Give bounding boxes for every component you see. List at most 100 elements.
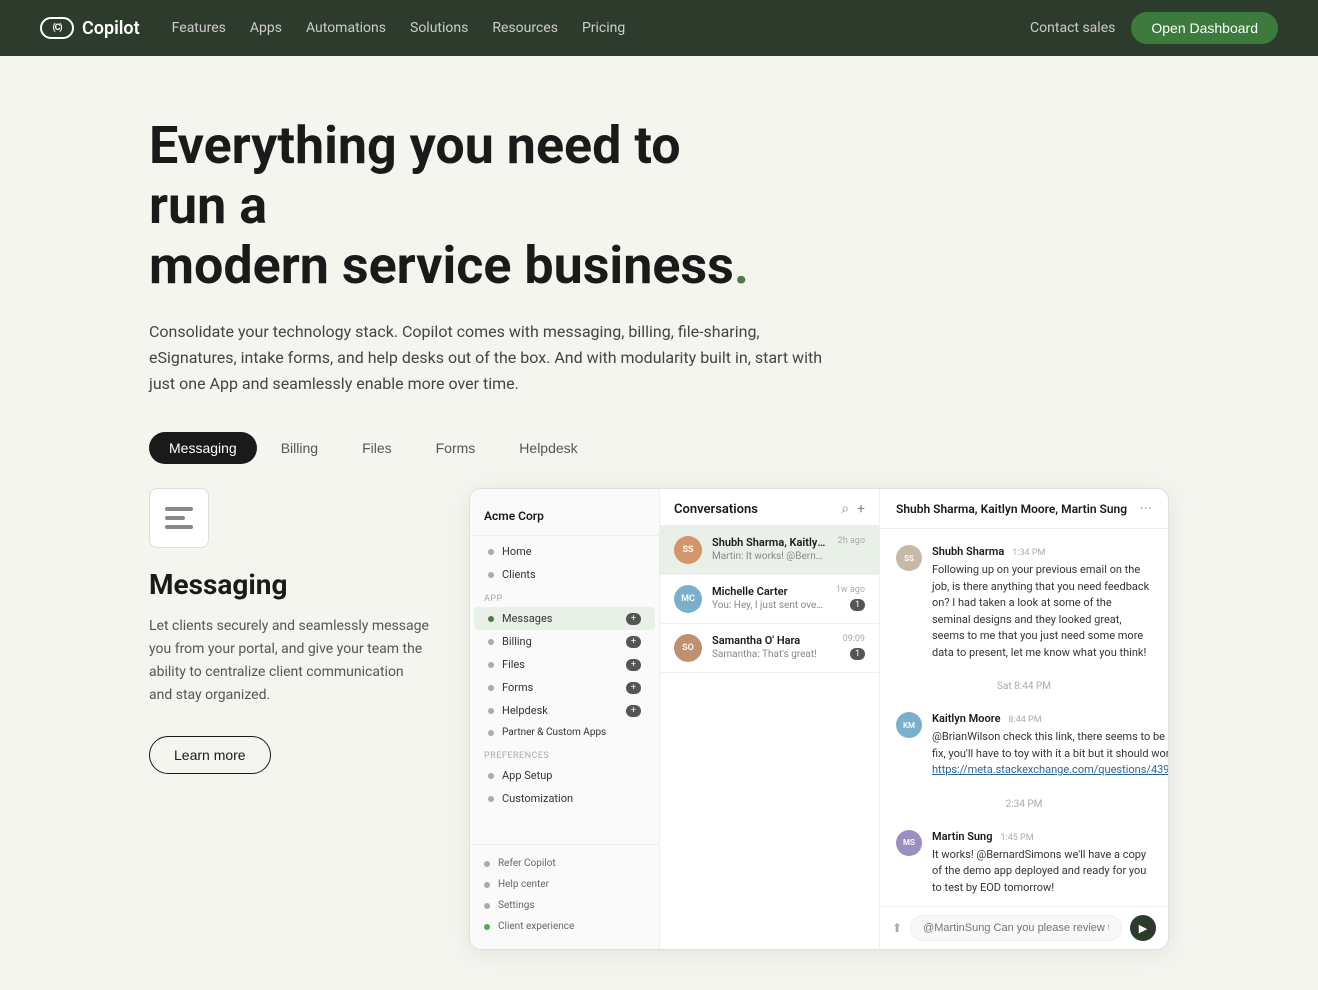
sidebar-item-helpdesk[interactable]: Helpdesk + xyxy=(474,699,655,722)
chat-divider-0: Sat 8:44 PM xyxy=(896,681,1152,692)
sidebar-section-preferences: Preferences xyxy=(470,743,659,764)
sidebar-item-messages[interactable]: Messages + xyxy=(474,607,655,630)
sidebar-label-home: Home xyxy=(502,545,532,558)
chat-input-icons: ⬆ xyxy=(892,921,902,935)
sidebar-label-customization: Customization xyxy=(502,792,573,805)
sidebar-item-customization[interactable]: Customization xyxy=(474,787,655,810)
chat-divider-1: 2:34 PM xyxy=(896,799,1152,810)
conv-item-2[interactable]: SO Samantha O' Hara Samantha: That's gre… xyxy=(660,624,879,673)
sidebar-badge-billing: + xyxy=(626,636,641,648)
sidebar-bottom-dot-client-exp xyxy=(484,924,490,930)
nav-automations[interactable]: Automations xyxy=(306,20,386,36)
sidebar-item-home[interactable]: Home xyxy=(474,540,655,563)
open-dashboard-button[interactable]: Open Dashboard xyxy=(1131,12,1278,44)
chat-msg-text-kaitlyn: @BrianWilson check this link, there seem… xyxy=(932,729,1168,779)
compose-icon[interactable]: + xyxy=(857,501,865,517)
nav-resources[interactable]: Resources xyxy=(492,20,558,36)
sidebar-bottom-label-refer: Refer Copilot xyxy=(498,858,556,869)
sidebar-label-messages: Messages xyxy=(502,612,552,625)
logo-text: Copilot xyxy=(82,18,140,39)
sidebar-bottom-dot-refer xyxy=(484,861,490,867)
sidebar-section-app: App xyxy=(470,586,659,607)
conv-time-2: 09:09 xyxy=(843,634,865,644)
nav-pricing[interactable]: Pricing xyxy=(582,20,625,36)
conv-meta-0: 2h ago xyxy=(838,536,865,546)
chat-msg-text-martin: It works! @BernardSimons we'll have a co… xyxy=(932,847,1152,897)
conv-content-2: Samantha O' Hara Samantha: That's great! xyxy=(712,634,833,660)
learn-more-button[interactable]: Learn more xyxy=(149,736,271,774)
chat-link-stackexchange[interactable]: https://meta.stackexchange.com/questions… xyxy=(932,763,1168,776)
sidebar-item-clients[interactable]: Clients xyxy=(474,563,655,586)
chat-message-1: KM Kaitlyn Moore 8:44 PM @BrianWilson ch… xyxy=(896,712,1152,779)
app-sidebar: Acme Corp Home Clients App xyxy=(470,489,660,949)
chat-body-martin: Martin Sung 1:45 PM It works! @BernardSi… xyxy=(932,830,1152,897)
attachment-icon[interactable]: ⬆ xyxy=(892,921,902,935)
sidebar-label-billing: Billing xyxy=(502,635,532,648)
sidebar-badge-forms: + xyxy=(626,682,641,694)
chat-header-title: Shubh Sharma, Kaitlyn Moore, Martin Sung xyxy=(896,502,1127,516)
sidebar-bottom-label-client-exp: Client experience xyxy=(498,921,574,932)
tab-messaging[interactable]: Messaging xyxy=(149,432,257,464)
contact-sales-link[interactable]: Contact sales xyxy=(1030,20,1115,36)
chat-messages: SS Shubh Sharma 1:34 PM Following up on … xyxy=(880,529,1168,906)
chat-msg-name-martin: Martin Sung xyxy=(932,830,992,843)
conv-preview-2: Samantha: That's great! xyxy=(712,649,833,660)
conv-time-1: 1w ago xyxy=(836,585,865,595)
app-brand: Acme Corp xyxy=(470,501,659,536)
feature-icon-box xyxy=(149,488,209,548)
conv-badge-1: 1 xyxy=(850,599,865,611)
logo[interactable]: (C) Copilot xyxy=(40,17,140,39)
chat-msg-name-kaitlyn: Kaitlyn Moore xyxy=(932,712,1000,725)
sidebar-item-forms[interactable]: Forms + xyxy=(474,676,655,699)
conversation-list: Conversations ⌕ + SS Shubh Sharma, Kaitl… xyxy=(660,489,880,949)
chat-msg-time-shubh: 1:34 PM xyxy=(1012,548,1045,558)
sidebar-bottom-client-exp[interactable]: Client experience xyxy=(470,916,659,937)
sidebar-dot-messages xyxy=(488,616,494,622)
tab-billing[interactable]: Billing xyxy=(261,432,338,464)
app-inner: Acme Corp Home Clients App xyxy=(470,489,1168,949)
tab-files[interactable]: Files xyxy=(342,432,412,464)
chat-header: Shubh Sharma, Kaitlyn Moore, Martin Sung… xyxy=(880,489,1168,529)
app-sidebar-inner: Acme Corp Home Clients App xyxy=(470,501,659,937)
chat-input-field[interactable] xyxy=(910,915,1122,941)
chat-message-0: SS Shubh Sharma 1:34 PM Following up on … xyxy=(896,545,1152,661)
sidebar-bottom-label-settings: Settings xyxy=(498,900,535,911)
sidebar-item-billing[interactable]: Billing + xyxy=(474,630,655,653)
conv-list-icons: ⌕ + xyxy=(841,501,865,517)
nav-apps[interactable]: Apps xyxy=(250,20,282,36)
sidebar-bottom-dot-settings xyxy=(484,903,490,909)
nav-features[interactable]: Features xyxy=(172,20,226,36)
sidebar-dot-files xyxy=(488,662,494,668)
sidebar-item-app-setup[interactable]: App Setup xyxy=(474,764,655,787)
sidebar-bottom-dot-help xyxy=(484,882,490,888)
sidebar-bottom-settings[interactable]: Settings xyxy=(470,895,659,916)
nav-solutions[interactable]: Solutions xyxy=(410,20,468,36)
chat-send-button[interactable]: ▶ xyxy=(1130,915,1156,941)
conv-item-0[interactable]: SS Shubh Sharma, Kaitlyn Moore, Marti...… xyxy=(660,526,879,575)
sidebar-bottom-refer[interactable]: Refer Copilot xyxy=(470,853,659,874)
tab-forms[interactable]: Forms xyxy=(416,432,496,464)
sidebar-bottom-label-help: Help center xyxy=(498,879,549,890)
sidebar-dot-partner-apps xyxy=(488,730,494,736)
app-screenshot: Acme Corp Home Clients App xyxy=(469,488,1169,950)
tab-helpdesk[interactable]: Helpdesk xyxy=(499,432,597,464)
conv-preview-0: Martin: It works! @BernardSimons we... xyxy=(712,551,828,562)
sidebar-label-helpdesk: Helpdesk xyxy=(502,704,548,717)
conv-avatar-0: SS xyxy=(674,536,702,564)
sidebar-bottom-help[interactable]: Help center xyxy=(470,874,659,895)
sidebar-item-partner-apps[interactable]: Partner & Custom Apps xyxy=(474,722,655,743)
icon-line-3 xyxy=(165,525,193,529)
hero-subtitle: Consolidate your technology stack. Copil… xyxy=(149,319,829,396)
chat-msg-name-shubh: Shubh Sharma xyxy=(932,545,1004,558)
conv-list-title: Conversations xyxy=(674,502,758,517)
hero-title: Everything you need to run a modern serv… xyxy=(149,116,749,295)
sidebar-badge-files: + xyxy=(626,659,641,671)
feature-title: Messaging xyxy=(149,568,429,601)
sidebar-item-files[interactable]: Files + xyxy=(474,653,655,676)
search-icon[interactable]: ⌕ xyxy=(841,501,849,517)
sidebar-dot-billing xyxy=(488,639,494,645)
conv-name-1: Michelle Carter xyxy=(712,585,826,598)
conv-item-1[interactable]: MC Michelle Carter You: Hey, I just sent… xyxy=(660,575,879,624)
chat-header-menu-icon[interactable]: ··· xyxy=(1139,499,1152,518)
conv-avatar-2: SO xyxy=(674,634,702,662)
